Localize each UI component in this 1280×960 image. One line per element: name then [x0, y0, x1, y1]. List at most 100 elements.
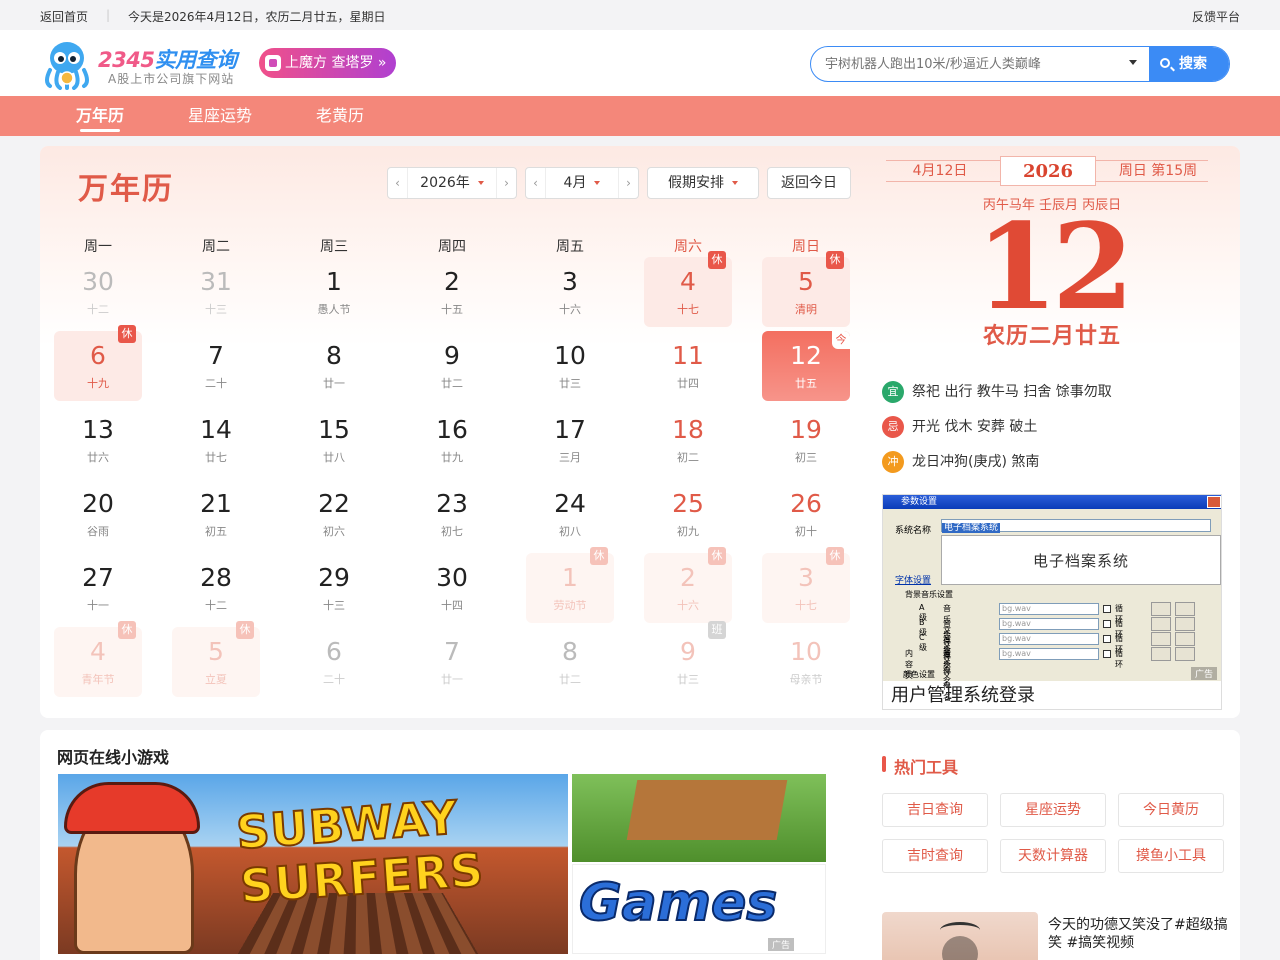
calendar-day[interactable]: 3 十七 休: [762, 547, 850, 623]
ad-tag[interactable]: 广告: [768, 938, 795, 951]
banner-year: 2026: [1000, 156, 1096, 186]
prev-month-icon[interactable]: ‹: [526, 168, 546, 198]
workday-badge: 班: [708, 621, 726, 639]
calendar-day[interactable]: 1 劳动节 休: [526, 547, 614, 623]
video-thumbnail[interactable]: [882, 912, 1038, 960]
calendar-day[interactable]: 8 廿一: [290, 331, 378, 401]
tool-lucky-day[interactable]: 吉日查询: [882, 793, 988, 827]
calendar-day[interactable]: 10 廿三: [526, 331, 614, 401]
calendar-day[interactable]: 2 十六 休: [644, 547, 732, 623]
tool-day-calculator[interactable]: 天数计算器: [1000, 839, 1106, 873]
day-number: 19: [790, 415, 822, 444]
calendar-day[interactable]: 7 廿一: [408, 627, 496, 697]
lunar-label: 初七: [441, 525, 463, 538]
nav-item-calendar[interactable]: 万年历: [76, 96, 124, 136]
weekday-label: 周三: [320, 239, 348, 255]
lunar-label: 廿一: [323, 377, 345, 390]
ad-system-name-label: 系统名称: [895, 526, 932, 536]
site-logo[interactable]: 2345实用查询 A股上市公司旗下网站: [40, 36, 250, 90]
calendar-day[interactable]: 27 十一: [54, 553, 142, 623]
calendar-day[interactable]: 29 十三: [290, 553, 378, 623]
calendar-day[interactable]: 25 初九: [644, 479, 732, 549]
calendar-day[interactable]: 6 十九 休: [54, 325, 142, 401]
calendar-day[interactable]: 14 廿七: [172, 405, 260, 475]
calendar-day[interactable]: 2 十五: [408, 257, 496, 327]
day-number: 23: [436, 489, 468, 518]
calendar-day[interactable]: 16 廿九: [408, 405, 496, 475]
next-month-icon[interactable]: ›: [618, 168, 638, 198]
next-year-icon[interactable]: ›: [496, 168, 516, 198]
calendar-day[interactable]: 13 廿六: [54, 405, 142, 475]
home-link[interactable]: 返回首页: [40, 8, 88, 25]
search-button[interactable]: 搜索: [1149, 47, 1229, 81]
month-select[interactable]: ‹ 4月 ›: [525, 167, 639, 199]
holiday-badge: 休: [708, 251, 726, 269]
calendar-day[interactable]: 4 青年节 休: [54, 621, 142, 697]
calendar-day[interactable]: 30 十二: [54, 257, 142, 327]
lunar-label: 廿一: [441, 673, 463, 686]
calendar-day[interactable]: 20 谷雨: [54, 479, 142, 549]
day-number: 30: [82, 267, 114, 296]
calendar-day[interactable]: 21 初五: [172, 479, 260, 549]
nav-item-horoscope[interactable]: 星座运势: [188, 96, 252, 136]
ad-tag[interactable]: 广告: [1190, 667, 1217, 680]
calendar-day[interactable]: 18 初二: [644, 405, 732, 475]
calendar-day[interactable]: 10 母亲节: [762, 627, 850, 697]
calendar-day[interactable]: 17 三月: [526, 405, 614, 475]
calendar-day[interactable]: 8 廿二: [526, 627, 614, 697]
nav-item-almanac[interactable]: 老黄历: [316, 96, 364, 136]
lunar-label: 廿四: [677, 377, 699, 390]
day-number: 9: [680, 637, 696, 666]
tool-slacker-tools[interactable]: 摸鱼小工具: [1118, 839, 1224, 873]
calendar-day[interactable]: 9 廿三 班: [644, 621, 732, 697]
calendar-day[interactable]: 19 初三: [762, 405, 850, 475]
holiday-select[interactable]: 假期安排: [647, 167, 759, 199]
ad-caption[interactable]: 用户管理系统登录: [891, 681, 1035, 707]
search-dropdown-icon[interactable]: [1129, 60, 1137, 65]
holiday-badge: 休: [826, 251, 844, 269]
calendar-day[interactable]: 6 二十: [290, 627, 378, 697]
search-input[interactable]: [825, 47, 1115, 81]
game-banner-subway-surfers[interactable]: SUBWAY SURFERS: [58, 774, 568, 954]
back-to-today-button[interactable]: 返回今日: [767, 167, 851, 199]
calendar-day[interactable]: 1 愚人节: [290, 257, 378, 327]
prev-year-icon[interactable]: ‹: [388, 168, 408, 198]
calendar-day[interactable]: 22 初六: [290, 479, 378, 549]
calendar-day[interactable]: 15 廿八: [290, 405, 378, 475]
lunar-label: 清明: [795, 303, 817, 316]
calendar-day[interactable]: 26 初十: [762, 479, 850, 549]
calendar-day[interactable]: 4 十七 休: [644, 251, 732, 327]
promo-button[interactable]: 上魔方 查塔罗 »: [259, 48, 397, 78]
calendar-day[interactable]: 7 二十: [172, 331, 260, 401]
ad-banner-right[interactable]: 参数设置 系统名称 电子档案系统 电子档案系统 字体设置 背景音乐设置 A级 音乐…: [882, 494, 1222, 710]
calendar-day[interactable]: 11 廿四: [644, 331, 732, 401]
calendar-day[interactable]: 9 廿二: [408, 331, 496, 401]
ji-icon: 忌: [882, 416, 904, 438]
calendar-day[interactable]: 24 初八: [526, 479, 614, 549]
calendar-day[interactable]: 28 十二: [172, 553, 260, 623]
feedback-link[interactable]: 反馈平台: [1192, 8, 1240, 25]
tool-horoscope[interactable]: 星座运势: [1000, 793, 1106, 827]
tool-today-almanac[interactable]: 今日黄历: [1118, 793, 1224, 827]
lunar-label: 廿九: [441, 451, 463, 464]
lunar-label: 廿七: [205, 451, 227, 464]
day-number: 5: [208, 637, 224, 666]
calendar-day[interactable]: 23 初七: [408, 479, 496, 549]
game-thumbnail-village[interactable]: [572, 774, 826, 862]
calendar-day[interactable]: 31 十三: [172, 257, 260, 327]
calendar-day[interactable]: 5 清明 休: [762, 251, 850, 327]
lunar-label: 十一: [87, 599, 109, 612]
yi-text: 祭祀 出行 教牛马 扫舍 馀事勿取: [912, 384, 1112, 400]
tool-lucky-hour[interactable]: 吉时查询: [882, 839, 988, 873]
video-title[interactable]: 今天的功德又笑没了#超级搞笑 #搞笑视频: [1048, 916, 1228, 952]
year-select[interactable]: ‹ 2026年 ›: [387, 167, 517, 199]
day-number: 5: [798, 267, 814, 296]
calendar-day[interactable]: 30 十四: [408, 553, 496, 623]
ad-font-label: 字体设置: [895, 576, 932, 586]
calendar-day[interactable]: 3 十六: [526, 257, 614, 327]
calendar-day[interactable]: 5 立夏 休: [172, 621, 260, 697]
lunar-label: 初十: [795, 525, 817, 538]
day-number: 24: [554, 489, 586, 518]
calendar-day-today[interactable]: 12 廿五今: [762, 331, 850, 401]
ad-system-name-value: 电子档案系统: [942, 523, 1001, 533]
